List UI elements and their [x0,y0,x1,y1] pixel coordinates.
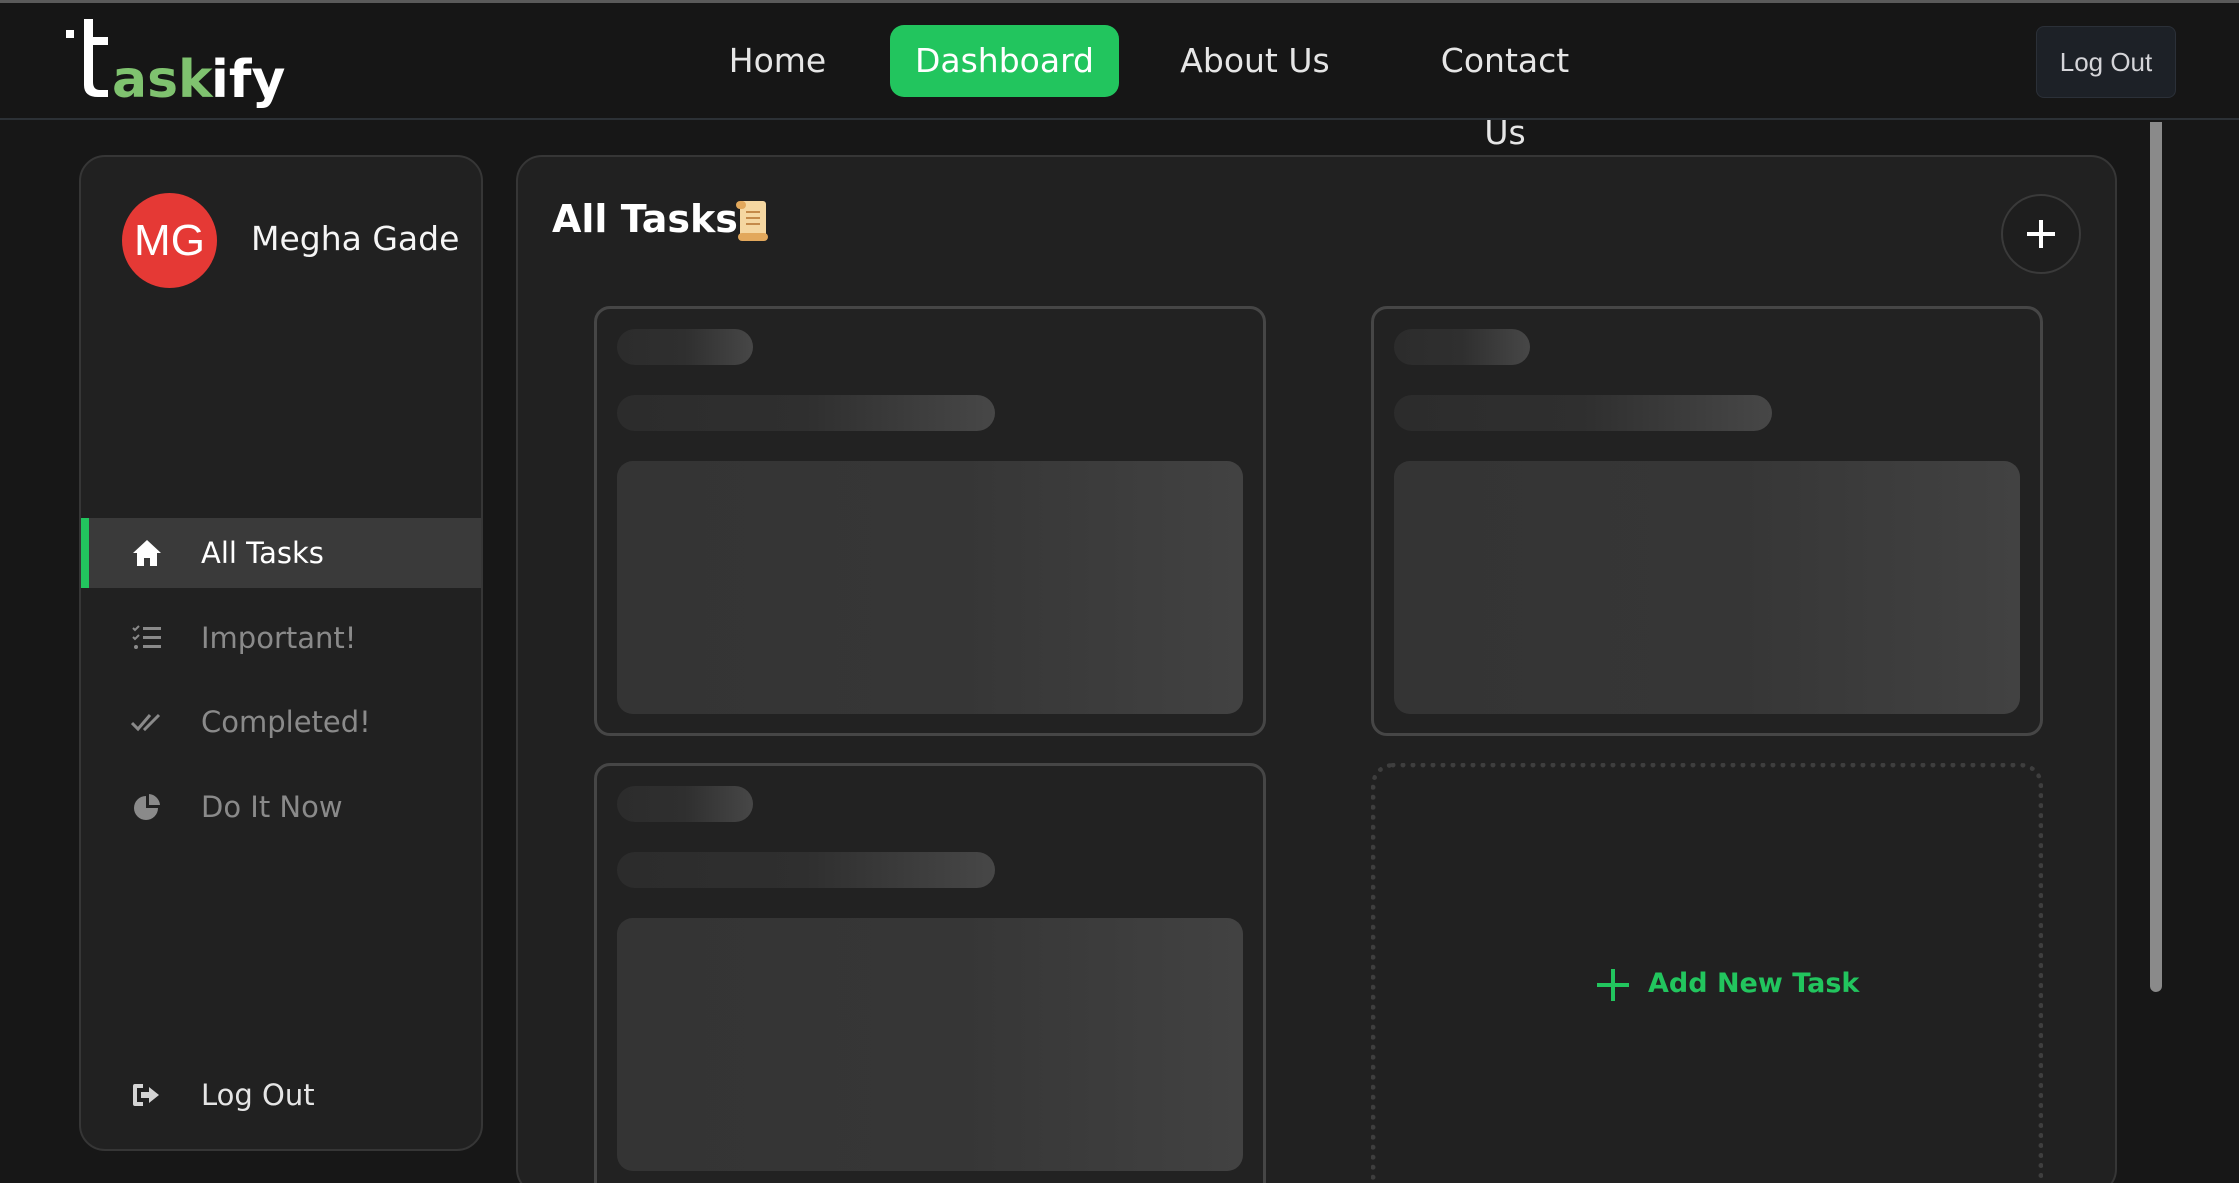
tasks-panel: All Tasks Add New Task [516,155,2117,1183]
skeleton-body [617,918,1243,1171]
pie-chart-icon [134,794,160,820]
nav-dashboard[interactable]: Dashboard [890,25,1119,97]
sidebar-item-label: Do It Now [201,790,343,824]
double-check-icon [131,713,161,732]
sidebar-item-label: All Tasks [201,536,324,570]
logout-icon [133,1084,159,1106]
main-nav: Home Dashboard About Us Contact Us [0,25,2239,152]
task-card-skeleton [594,306,1266,736]
sidebar-item-important[interactable]: Important! [81,603,481,673]
nav-about-us[interactable]: About Us [1170,25,1340,97]
add-new-task-card[interactable]: Add New Task [1371,763,2043,1183]
header-logout-button[interactable]: Log Out [2036,26,2176,98]
sidebar-item-completed[interactable]: Completed! [81,687,481,757]
sidebar-item-label: Completed! [201,705,371,739]
task-card-skeleton [594,763,1266,1183]
navbar: ask ify Home Dashboard About Us Contact … [0,3,2239,152]
skeleton-title [617,329,753,365]
task-card-skeleton [1371,306,2043,736]
sidebar-item-all-tasks[interactable]: All Tasks [81,518,481,588]
list-check-icon [132,625,161,649]
skeleton-subtitle [617,852,995,888]
user-name: Megha Gade [251,219,460,258]
add-new-task-label: Add New Task [1648,968,1860,999]
add-task-button[interactable] [2001,194,2081,274]
skeleton-title [1394,329,1530,365]
page-scrollbar[interactable] [2150,122,2162,992]
sidebar-item-do-it-now[interactable]: Do It Now [81,772,481,842]
skeleton-title [617,786,753,822]
skeleton-body [617,461,1243,714]
skeleton-body [1394,461,2020,714]
skeleton-subtitle [1394,395,1772,431]
skeleton-subtitle [617,395,995,431]
avatar[interactable]: MG [122,193,217,288]
sidebar-item-label: Log Out [201,1078,315,1112]
plus-icon [2027,220,2055,248]
plus-icon [1597,969,1629,1001]
page-title: All Tasks [552,197,738,241]
add-new-task-button[interactable]: Add New Task [1596,962,1859,1006]
sidebar: MG Megha Gade All Tasks Important! Compl… [79,155,483,1151]
nav-home[interactable]: Home [715,25,840,97]
home-icon [133,540,161,566]
sidebar-item-label: Important! [201,621,357,655]
nav-contact-us[interactable]: Contact Us [1415,25,1595,152]
sidebar-logout[interactable]: Log Out [81,1060,481,1130]
scroll-icon [736,201,768,241]
active-indicator [81,518,89,588]
